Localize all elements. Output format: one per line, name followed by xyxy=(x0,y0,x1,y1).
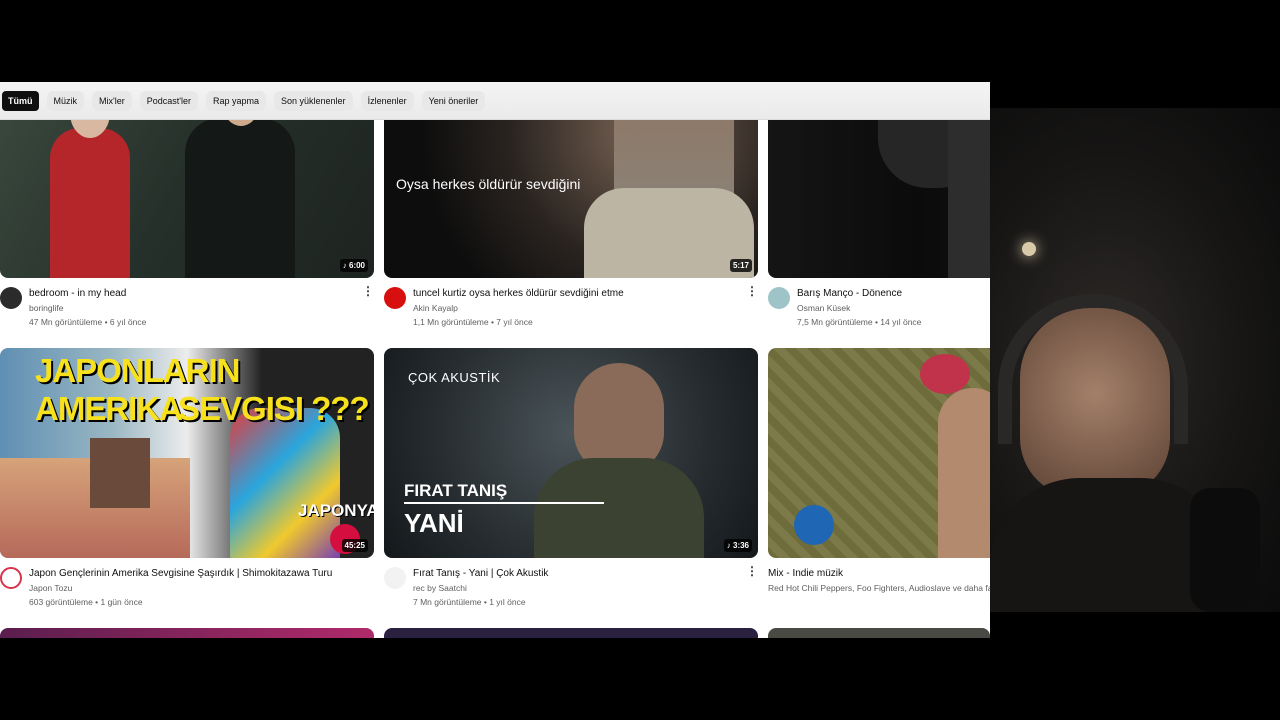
channel-name[interactable]: Japon Tozu xyxy=(29,583,72,593)
video-stats: 7 Mn görüntüleme • 1 yıl önce xyxy=(413,597,526,607)
thumbnail-badge: JAPONYA xyxy=(298,501,374,520)
video-title[interactable]: Fırat Tanış - Yani | Çok Akustik xyxy=(413,568,548,579)
video-title[interactable]: Barış Manço - Dönence xyxy=(797,288,902,299)
video-thumbnail[interactable] xyxy=(0,628,374,638)
thumbnail-headline: SEVGISI ??? xyxy=(178,390,370,427)
chip-music[interactable]: Müzik xyxy=(46,90,85,111)
channel-avatar[interactable] xyxy=(0,287,22,309)
duration-badge: ♪ 6:00 xyxy=(339,259,368,272)
divider-line xyxy=(404,502,604,504)
video-thumbnail[interactable]: JAPONLARIN AMERIKA SEVGISI ??? JAPONYA 4… xyxy=(0,348,374,558)
duration-badge: ♪ 3:36 xyxy=(723,539,752,552)
person-shape xyxy=(50,128,130,278)
video-thumbnail[interactable] xyxy=(768,628,990,638)
person-face xyxy=(1020,308,1170,498)
video-stats: 1,1 Mn görüntüleme • 7 yıl önce xyxy=(413,317,533,327)
person-shape xyxy=(185,118,295,278)
person-shape xyxy=(938,388,990,558)
video-title[interactable]: tuncel kurtiz oysa herkes öldürür sevdiğ… xyxy=(413,288,624,299)
channel-name[interactable]: Osman Küsek xyxy=(797,303,850,313)
chip-recently-uploaded[interactable]: Son yüklenenler xyxy=(274,90,353,111)
more-options-icon[interactable]: ⋮ xyxy=(362,285,374,297)
person-shape xyxy=(534,458,704,558)
thumbnail-caption: Oysa herkes öldürür sevdiğini xyxy=(396,176,581,192)
video-stats: 7,5 Mn görüntüleme • 14 yıl önce xyxy=(797,317,922,327)
more-options-icon[interactable]: ⋮ xyxy=(746,285,758,297)
person-shape xyxy=(574,363,664,473)
more-options-icon[interactable]: ⋮ xyxy=(746,565,758,577)
youtube-home: Tümü Müzik Mix'ler Podcast'ler Rap yapma… xyxy=(0,82,990,638)
person-shape xyxy=(948,108,990,278)
channel-avatar[interactable] xyxy=(384,287,406,309)
shop-shape xyxy=(90,438,150,508)
video-thumbnail[interactable] xyxy=(384,628,758,638)
channel-name[interactable]: Akin Kayalp xyxy=(413,303,458,313)
video-card[interactable]: Mix - Indie müzik Red Hot Chili Peppers,… xyxy=(768,348,990,614)
chip-podcasts[interactable]: Podcast'ler xyxy=(139,90,198,111)
duration-badge: 45:25 xyxy=(341,539,368,552)
chip-all[interactable]: Tümü xyxy=(2,90,39,111)
chip-rap[interactable]: Rap yapma xyxy=(205,90,267,111)
microphone-shape xyxy=(1190,488,1260,612)
label-logo xyxy=(794,505,834,545)
lamp-glow xyxy=(1022,242,1036,256)
channel-name[interactable]: rec by Saatchi xyxy=(413,583,467,593)
video-stats: 603 görüntüleme • 1 gün önce xyxy=(29,597,143,607)
channel-avatar[interactable] xyxy=(384,567,406,589)
channel-name[interactable]: Red Hot Chili Peppers, Foo Fighters, Aud… xyxy=(768,583,990,593)
video-title[interactable]: Japon Gençlerinin Amerika Sevgisine Şaşı… xyxy=(29,568,332,579)
collage-shape xyxy=(230,408,340,558)
video-thumbnail[interactable]: ÇOK AKUSTİK FIRAT TANIŞ YANİ ♪ 3:36 xyxy=(384,348,758,558)
video-title[interactable]: Mix - Indie müzik xyxy=(768,568,843,579)
thumbnail-artist: FIRAT TANIŞ xyxy=(404,481,508,500)
thumbnail-brand: ÇOK AKUSTİK xyxy=(408,370,501,385)
webcam-feed xyxy=(990,108,1280,612)
video-card[interactable]: ÇOK AKUSTİK FIRAT TANIŞ YANİ ♪ 3:36 Fıra… xyxy=(384,348,758,614)
duration-badge: 5:17 xyxy=(729,259,752,272)
channel-avatar[interactable] xyxy=(768,287,790,309)
channel-name[interactable]: boringlife xyxy=(29,303,64,313)
video-title[interactable]: bedroom - in my head xyxy=(29,288,126,299)
scarf-shape xyxy=(584,188,754,278)
chip-watched[interactable]: İzlenenler xyxy=(360,90,414,111)
video-thumbnail[interactable] xyxy=(768,348,990,558)
thumbnail-song: YANİ xyxy=(404,508,464,538)
chip-bar: Tümü Müzik Mix'ler Podcast'ler Rap yapma… xyxy=(0,82,990,120)
chip-new-to-you[interactable]: Yeni öneriler xyxy=(421,90,486,111)
video-card[interactable]: JAPONLARIN AMERIKA SEVGISI ??? JAPONYA 4… xyxy=(0,348,374,614)
chip-mixes[interactable]: Mix'ler xyxy=(92,90,132,111)
channel-avatar[interactable] xyxy=(0,567,22,589)
video-stats: 47 Mn görüntüleme • 6 yıl önce xyxy=(29,317,147,327)
person-shape xyxy=(920,354,970,394)
